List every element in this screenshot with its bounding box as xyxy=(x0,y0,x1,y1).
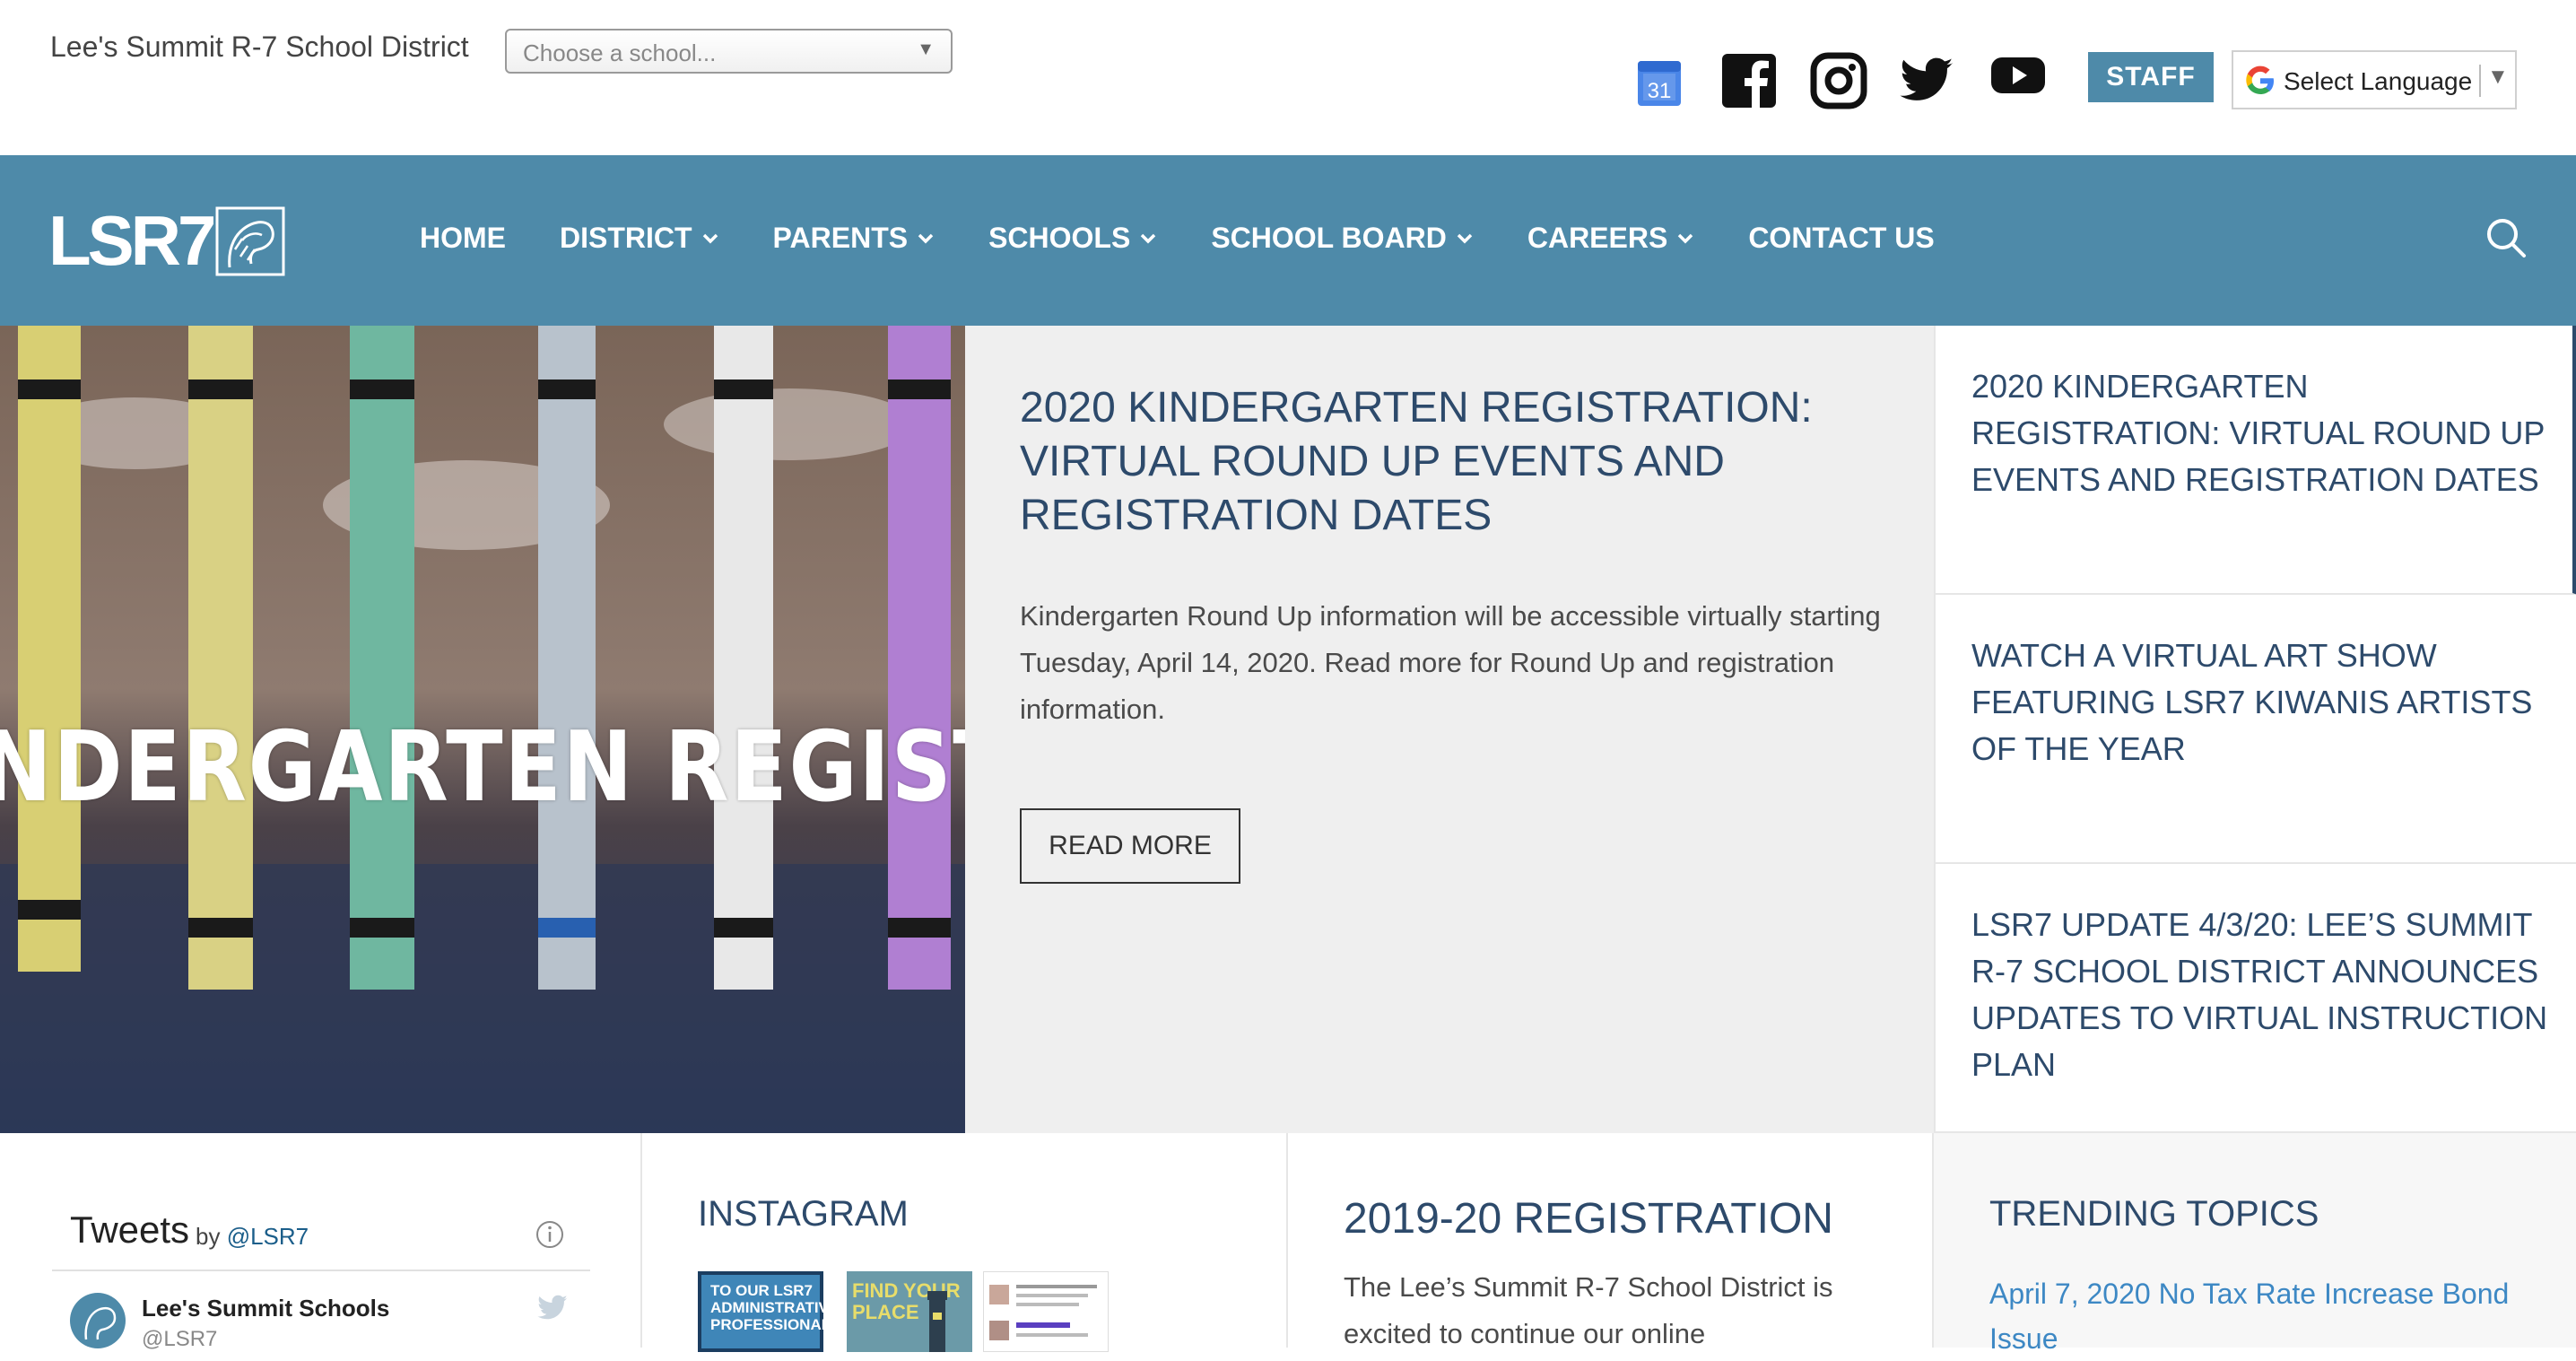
trending-topics-widget: TRENDING TOPICS April 7, 2020 No Tax Rat… xyxy=(1934,1133,2576,1355)
hero-section: NDERGARTEN REGISTRATI 2020 KINDERGARTEN … xyxy=(0,326,2576,1133)
featured-story-summary: Kindergarten Round Up information will b… xyxy=(1020,600,1881,725)
nav-menu: HOME DISTRICT PARENTS SCHOOLS SCHOOL BOA… xyxy=(420,222,1989,255)
instagram-icon[interactable] xyxy=(1810,52,1867,109)
crayon-teal xyxy=(350,326,414,990)
instagram-thumbnail[interactable]: FIND YOUR PLACE xyxy=(847,1271,972,1352)
nav-label: CONTACT US xyxy=(1748,222,1935,254)
search-icon[interactable] xyxy=(2485,216,2528,259)
calendar-icon[interactable]: 31 xyxy=(1636,56,1683,108)
chevron-down-icon xyxy=(1457,233,1473,243)
chevron-down-icon xyxy=(918,233,934,243)
nav-item-home[interactable]: HOME xyxy=(420,222,506,255)
side-news-item[interactable]: 2020 KINDERGARTEN REGISTRATION: VIRTUAL … xyxy=(1936,326,2576,595)
crayon-yellow xyxy=(18,326,81,972)
bottom-content-row: Tweets by @LSR7 Lee's Summit Schools @LS… xyxy=(0,1133,2576,1355)
tweet-account-handle[interactable]: @LSR7 xyxy=(142,1327,217,1352)
twitter-icon[interactable] xyxy=(1898,52,1955,109)
main-navigation: LSR7 HOME DISTRICT PARENTS SCHOOLS SCHOO… xyxy=(0,155,2576,326)
tweet-screenshot-thumbnail xyxy=(989,1285,1097,1340)
top-utility-bar: Lee's Summit R-7 School District Choose … xyxy=(0,0,2576,155)
language-label: Select Language xyxy=(2284,67,2473,95)
trending-topic-link[interactable]: April 7, 2020 No Tax Rate Increase Bond … xyxy=(1989,1271,2546,1361)
trending-heading: TRENDING TOPICS xyxy=(1989,1194,2319,1234)
nav-item-parents[interactable]: PARENTS xyxy=(773,222,936,255)
tweets-by-handle[interactable]: @LSR7 xyxy=(227,1223,309,1250)
instagram-thumbnail[interactable]: TO OUR LSR7 ADMINISTRATIVE PROFESSIONALS… xyxy=(698,1271,854,1352)
nav-label: PARENTS xyxy=(772,222,909,254)
twitter-bird-icon xyxy=(537,1295,568,1320)
chevron-down-icon xyxy=(1678,233,1693,243)
crayon-white xyxy=(714,326,773,990)
crayon-grey-blue xyxy=(538,326,596,990)
youtube-icon[interactable] xyxy=(1989,54,2047,111)
language-caret-icon: ▼ xyxy=(2487,65,2509,89)
registration-heading[interactable]: 2019-20 REGISTRATION xyxy=(1344,1194,1833,1243)
registration-widget: 2019-20 REGISTRATION The Lee’s Summit R-… xyxy=(1288,1133,1934,1349)
instagram-widget: INSTAGRAM TO OUR LSR7 ADMINISTRATIVE PRO… xyxy=(642,1133,1288,1352)
nav-item-school-board[interactable]: SCHOOL BOARD xyxy=(1211,222,1474,255)
tweets-widget: Tweets by @LSR7 Lee's Summit Schools @LS… xyxy=(0,1133,642,1351)
side-news-item[interactable]: WATCH A VIRTUAL ART SHOW FEATURING LSR7 … xyxy=(1936,595,2576,864)
nav-label: SCHOOL BOARD xyxy=(1211,222,1447,254)
nav-label: HOME xyxy=(420,222,506,254)
district-name: Lee's Summit R-7 School District xyxy=(50,31,469,63)
nav-label: DISTRICT xyxy=(560,222,692,254)
lsr7-logo[interactable]: LSR7 xyxy=(48,205,291,276)
instagram-heading: INSTAGRAM xyxy=(698,1194,909,1234)
thumbnail-caption: TO OUR LSR7 ADMINISTRATIVE PROFESSIONALS… xyxy=(710,1282,854,1333)
news-side-list: 2020 KINDERGARTEN REGISTRATION: VIRTUAL … xyxy=(1934,326,2576,1133)
staff-button[interactable]: STAFF xyxy=(2088,52,2214,102)
avatar[interactable] xyxy=(70,1293,126,1348)
side-news-item[interactable]: LSR7 UPDATE 4/3/20: LEE’S SUMMIT R-7 SCH… xyxy=(1936,864,2576,1133)
facebook-icon[interactable] xyxy=(1720,52,1778,109)
nav-item-contact-us[interactable]: CONTACT US xyxy=(1748,222,1934,255)
tweets-by-line: by @LSR7 xyxy=(196,1223,309,1251)
lighthouse-icon xyxy=(927,1291,947,1352)
nav-item-district[interactable]: DISTRICT xyxy=(560,222,719,255)
crayon-green-yellow xyxy=(188,326,253,990)
nav-item-schools[interactable]: SCHOOLS xyxy=(988,222,1157,255)
tweet-account-name[interactable]: Lee's Summit Schools xyxy=(142,1295,389,1322)
info-icon[interactable] xyxy=(535,1219,565,1250)
hero-image-crayons[interactable]: NDERGARTEN REGISTRATI xyxy=(0,326,965,1133)
read-more-button[interactable]: READ MORE xyxy=(1020,808,1240,884)
calendar-day: 31 xyxy=(1648,79,1672,103)
featured-story-title[interactable]: 2020 KINDERGARTEN REGISTRATION: VIRTUAL … xyxy=(1020,381,1881,543)
school-select[interactable]: Choose a school... ▼ xyxy=(505,29,953,74)
chevron-down-icon xyxy=(702,233,718,243)
logo-mark-icon xyxy=(215,206,285,276)
language-separator xyxy=(2479,65,2481,97)
nav-label: CAREERS xyxy=(1527,222,1668,254)
registration-body: The Lee’s Summit R-7 School District is … xyxy=(1344,1271,1833,1349)
featured-story: 2020 KINDERGARTEN REGISTRATION: VIRTUAL … xyxy=(965,326,1934,1133)
school-select-placeholder: Choose a school... xyxy=(523,39,717,66)
hero-overlay-text: NDERGARTEN REGISTRATI xyxy=(0,711,965,824)
instagram-thumbnail[interactable] xyxy=(983,1271,1109,1352)
chevron-down-icon xyxy=(1141,233,1156,243)
select-arrow-icon: ▼ xyxy=(917,39,935,59)
language-select[interactable]: Select Language ▼ xyxy=(2232,50,2517,109)
nav-item-careers[interactable]: CAREERS xyxy=(1527,222,1694,255)
crayon-purple xyxy=(888,326,951,990)
tweets-divider xyxy=(52,1269,590,1271)
nav-label: SCHOOLS xyxy=(988,222,1131,254)
logo-text: LSR7 xyxy=(48,201,216,280)
avatar-logo-icon xyxy=(84,1306,117,1340)
google-icon xyxy=(2246,65,2274,94)
tweets-heading: Tweets xyxy=(70,1208,190,1251)
tweets-by-prefix: by xyxy=(196,1223,221,1250)
